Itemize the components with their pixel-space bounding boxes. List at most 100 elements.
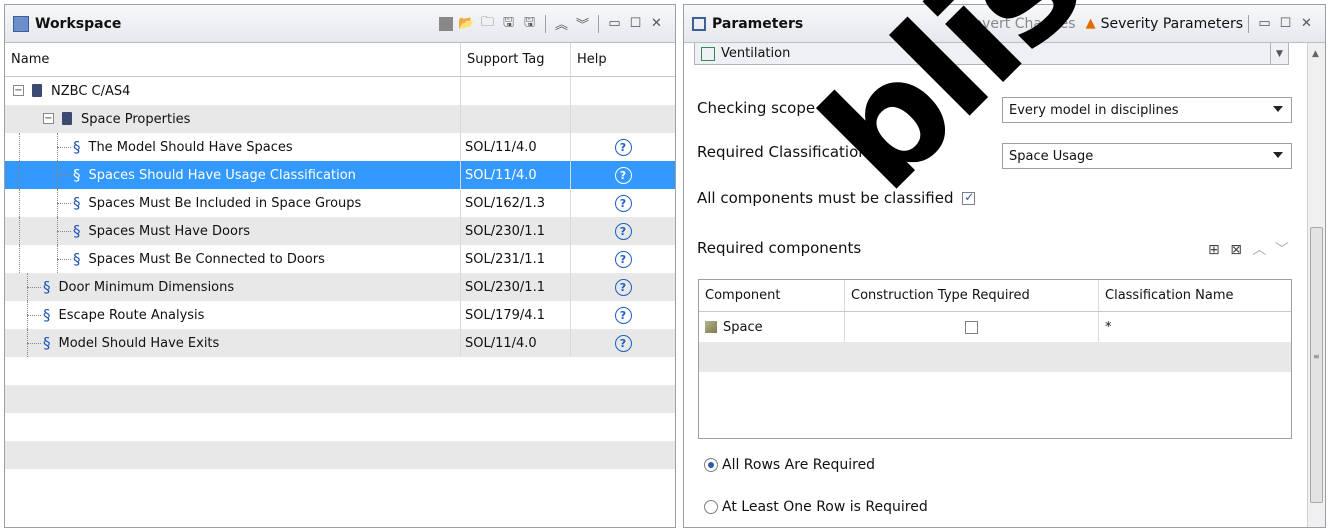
rule-name-cell[interactable]: − NZBC C/AS4	[5, 77, 461, 105]
tree-connector	[57, 147, 71, 148]
add-row-icon[interactable]: ⊞	[1208, 242, 1220, 258]
move-up-icon[interactable]: ︿	[1252, 242, 1266, 258]
move-down-icon[interactable]: ﹀	[1275, 242, 1289, 258]
parameters-body: Ventilation ▼ Checking scope Every model…	[684, 43, 1325, 527]
tree-connector	[57, 175, 71, 176]
required-classification-select[interactable]: Space Usage	[1002, 143, 1292, 169]
table-row[interactable]: § Spaces Must Be Connected to Doors SOL/23…	[5, 245, 675, 273]
help-icon[interactable]: ?	[614, 222, 632, 240]
required-components-table: Component Construction Type Required Cla…	[698, 279, 1292, 439]
checking-scope-value: Every model in disciplines	[1009, 102, 1179, 118]
scrollbar-grip-icon: ≡	[1313, 352, 1320, 361]
column-header-construction-type[interactable]: Construction Type Required	[845, 280, 1099, 311]
rule-name-cell[interactable]: § Escape Route Analysis	[5, 301, 461, 329]
help-cell: ?	[571, 133, 675, 161]
table-row[interactable]: § Spaces Must Have Doors SOL/230/1.1?	[5, 217, 675, 245]
chevron-down-icon[interactable]: ▼	[1270, 43, 1288, 64]
collapse-icon[interactable]: −	[13, 85, 24, 96]
help-icon[interactable]: ?	[614, 194, 632, 212]
classification-name-cell[interactable]: *	[1099, 312, 1291, 342]
required-components-label: Required components	[697, 239, 862, 257]
close-icon[interactable]: ✕	[647, 14, 666, 33]
tree-connector	[57, 259, 71, 260]
checking-scope-select[interactable]: Every model in disciplines	[1002, 97, 1292, 123]
ventilation-selector[interactable]: Ventilation ▼	[694, 43, 1289, 65]
rule-name: Door Minimum Dimensions	[58, 279, 235, 295]
tree-connector	[27, 329, 28, 357]
rule-name-cell[interactable]: § The Model Should Have Spaces	[5, 133, 461, 161]
table-row[interactable]: § Spaces Should Have Usage Classification…	[5, 161, 675, 189]
help-cell	[571, 77, 675, 105]
move-down-icon[interactable]: ︾	[573, 14, 592, 33]
column-header-classification-name[interactable]: Classification Name	[1099, 280, 1291, 311]
rule-name-cell[interactable]: − Space Properties	[5, 105, 461, 133]
construction-type-checkbox[interactable]	[965, 320, 978, 334]
table-row[interactable]: § Spaces Must Be Included in Space Groups…	[5, 189, 675, 217]
revert-changes-button[interactable]: Revert Changes	[964, 16, 1075, 32]
table-row[interactable]: § Escape Route Analysis SOL/179/4.1?	[5, 301, 675, 329]
tree-connector	[57, 133, 58, 161]
table-row[interactable]: § Model Should Have Exits SOL/11/4.0?	[5, 329, 675, 357]
rule-name-cell[interactable]: § Spaces Must Be Included in Space Groups	[5, 189, 461, 217]
rule-name-cell[interactable]: § Spaces Should Have Usage Classification	[5, 161, 461, 189]
help-cell: ?	[571, 161, 675, 189]
all-classified-checkbox[interactable]	[962, 190, 976, 205]
scroll-up-icon[interactable]: ▲	[1312, 49, 1319, 59]
column-header-support-tag[interactable]: Support Tag	[461, 43, 571, 76]
rule-name-cell[interactable]: § Spaces Must Have Doors	[5, 217, 461, 245]
scrollbar-thumb[interactable]	[1310, 227, 1323, 503]
radio-one-row-button[interactable]	[704, 500, 718, 514]
help-icon[interactable]: ?	[614, 166, 632, 184]
components-table-header: Component Construction Type Required Cla…	[699, 280, 1291, 312]
radio-all-rows-button[interactable]	[704, 458, 718, 472]
collapse-icon[interactable]: −	[43, 113, 54, 124]
maximize-icon[interactable]: ☐	[1276, 14, 1295, 33]
workspace-titlebar: Workspace 📂 🗀 🖫 🖫 ︽ ︾ ▭ ☐ ✕	[5, 5, 675, 43]
workspace-table-header: Name Support Tag Help	[5, 43, 675, 77]
close-icon[interactable]: ✕	[1297, 14, 1316, 33]
open-folder-icon[interactable]: 📂	[457, 14, 476, 33]
folder-icon[interactable]: 🗀	[478, 14, 497, 33]
move-up-icon[interactable]: ︽	[552, 14, 571, 33]
tree-connector	[57, 203, 71, 204]
column-header-help[interactable]: Help	[571, 43, 675, 76]
component-cell[interactable]: Space	[699, 312, 845, 342]
table-row[interactable]: § Door Minimum Dimensions SOL/230/1.1?	[5, 273, 675, 301]
new-icon[interactable]	[436, 14, 455, 33]
table-row-empty	[5, 413, 675, 441]
required-classification-label: Required Classification	[697, 143, 868, 161]
rule-name-cell[interactable]: § Model Should Have Exits	[5, 329, 461, 357]
column-header-component[interactable]: Component	[699, 280, 845, 311]
table-row[interactable]: − Space Properties	[5, 105, 675, 133]
table-row[interactable]: § The Model Should Have Spaces SOL/11/4.0?	[5, 133, 675, 161]
help-icon[interactable]: ?	[614, 334, 632, 352]
table-row[interactable]: Space *	[699, 312, 1291, 342]
help-icon[interactable]: ?	[614, 306, 632, 324]
maximize-icon[interactable]: ☐	[626, 14, 645, 33]
help-icon[interactable]: ?	[614, 250, 632, 268]
rule-name: Spaces Must Have Doors	[88, 223, 251, 239]
component-name: Space	[723, 319, 763, 335]
radio-all-rows[interactable]: All Rows Are Required	[704, 457, 875, 473]
severity-parameters-button[interactable]: Severity Parameters	[1101, 16, 1243, 32]
help-icon[interactable]: ?	[614, 138, 632, 156]
save-icon[interactable]: 🖫	[499, 14, 518, 33]
minimize-icon[interactable]: ▭	[605, 14, 624, 33]
ventilation-icon	[701, 46, 715, 61]
save-as-icon[interactable]: 🖫	[520, 14, 539, 33]
remove-row-icon[interactable]: ⊠	[1230, 242, 1242, 258]
all-classified-row: All components must be classified	[697, 189, 976, 207]
help-icon[interactable]: ?	[614, 278, 632, 296]
tree-connector	[19, 189, 20, 217]
rule-name-cell[interactable]: § Door Minimum Dimensions	[5, 273, 461, 301]
column-header-name[interactable]: Name	[5, 43, 461, 76]
radio-one-row[interactable]: At Least One Row is Required	[704, 499, 928, 515]
parameters-scrollbar[interactable]: ▲ ≡	[1307, 43, 1325, 527]
rule-name-cell[interactable]: § Spaces Must Be Connected to Doors	[5, 245, 461, 273]
ruleset-icon	[32, 84, 42, 97]
ventilation-label: Ventilation	[721, 46, 791, 61]
minimize-icon[interactable]: ▭	[1255, 14, 1274, 33]
construction-type-cell	[845, 312, 1099, 342]
workspace-title: Workspace	[35, 15, 122, 32]
table-row[interactable]: − NZBC C/AS4	[5, 77, 675, 105]
